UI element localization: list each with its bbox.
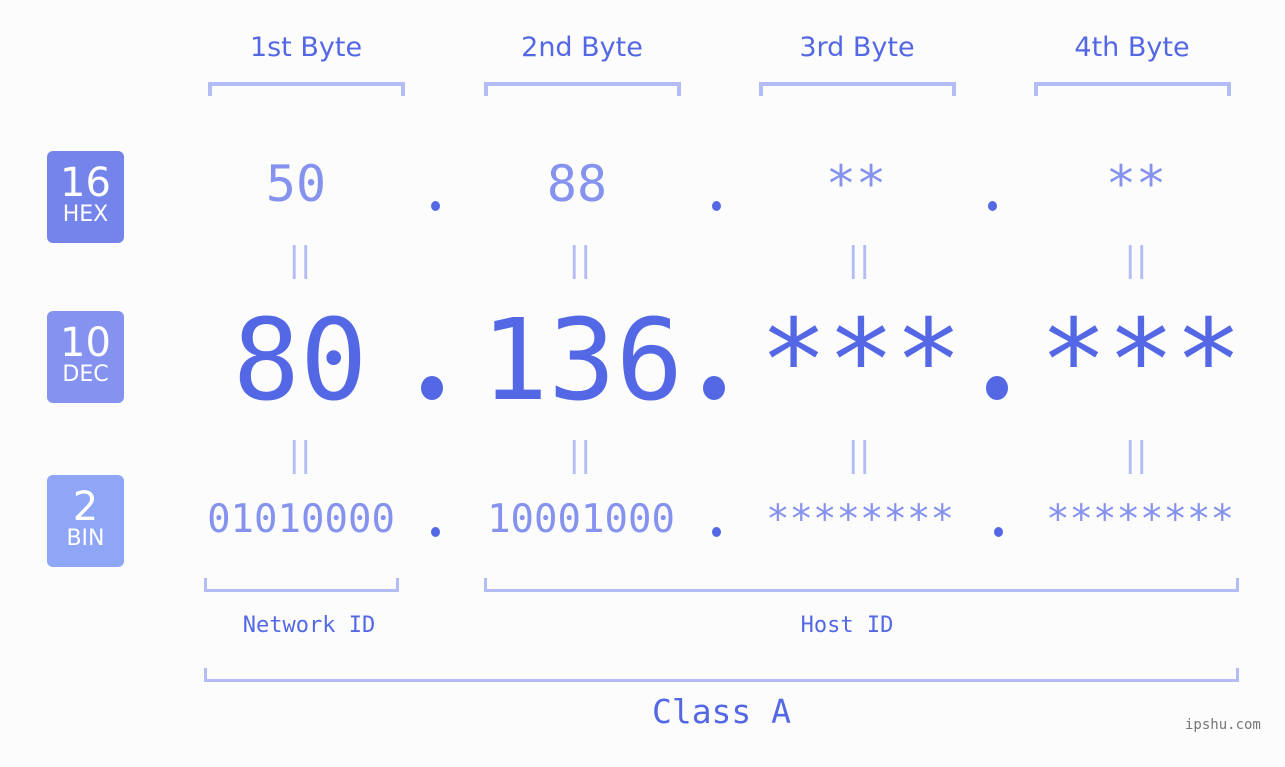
dec-dot-2	[703, 376, 725, 400]
host-id-bracket	[484, 578, 1239, 592]
byte-header-4: 4th Byte	[1074, 32, 1190, 63]
network-id-label: Network ID	[242, 613, 376, 638]
bin-dot-3	[994, 527, 1003, 537]
hex-base: 16	[60, 160, 111, 206]
hex-dot-3	[988, 201, 997, 211]
bin-byte-1: 01010000	[207, 497, 395, 542]
bin-byte-4: ********	[1046, 497, 1234, 542]
hex-byte-4: **	[1105, 155, 1167, 213]
bin-base: 2	[72, 484, 99, 530]
equals-dec-bin-3: ||	[847, 435, 871, 475]
bin-dot-1	[431, 527, 440, 537]
hex-byte-1: 50	[265, 155, 327, 213]
equals-dec-bin-1: ||	[288, 435, 312, 475]
equals-hex-dec-4: ||	[1124, 240, 1148, 280]
watermark: ipshu.com	[1185, 717, 1261, 733]
hex-byte-2: 88	[546, 155, 608, 213]
equals-hex-dec-3: ||	[847, 240, 871, 280]
equals-dec-bin-2: ||	[568, 435, 592, 475]
hex-byte-3: **	[825, 155, 887, 213]
hex-dot-2	[712, 201, 721, 211]
dec-byte-4: ***	[1039, 296, 1243, 426]
host-id-label: Host ID	[800, 613, 894, 638]
equals-hex-dec-1: ||	[288, 240, 312, 280]
bin-label: BIN	[66, 526, 105, 551]
byte-bracket-3	[759, 82, 956, 96]
dec-base: 10	[60, 320, 111, 366]
dec-byte-1: 80	[232, 296, 368, 426]
hex-badge: 16 HEX	[47, 151, 124, 243]
dec-dot-3	[986, 376, 1008, 400]
byte-header-2: 2nd Byte	[521, 32, 643, 63]
byte-bracket-2	[484, 82, 681, 96]
bin-byte-3: ********	[766, 497, 954, 542]
dec-byte-2: 136	[480, 296, 684, 426]
bin-dot-2	[712, 527, 721, 537]
dec-dot-1	[421, 376, 443, 400]
bin-badge: 2 BIN	[47, 475, 124, 567]
network-id-bracket	[204, 578, 399, 592]
byte-bracket-4	[1034, 82, 1231, 96]
dec-byte-3: ***	[759, 296, 963, 426]
dec-badge: 10 DEC	[47, 311, 124, 403]
byte-header-3: 3rd Byte	[799, 32, 915, 63]
byte-bracket-1	[208, 82, 405, 96]
equals-hex-dec-2: ||	[568, 240, 592, 280]
hex-label: HEX	[62, 202, 109, 227]
class-label: Class A	[651, 692, 792, 731]
hex-dot-1	[431, 201, 440, 211]
byte-header-1: 1st Byte	[249, 32, 363, 63]
equals-dec-bin-4: ||	[1124, 435, 1148, 475]
bin-byte-2: 10001000	[487, 497, 675, 542]
class-bracket	[204, 668, 1239, 682]
dec-label: DEC	[62, 362, 109, 387]
